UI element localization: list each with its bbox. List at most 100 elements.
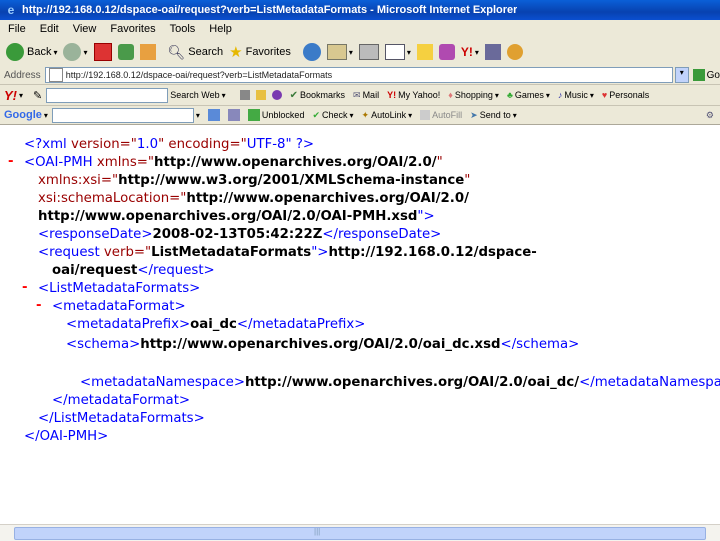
chevron-down-icon[interactable]: ▾ [196,111,200,120]
chevron-down-icon: ▾ [83,47,88,57]
yahoo-search-input[interactable] [46,87,169,103]
address-dropdown-icon[interactable]: ▾ [674,67,689,83]
research-button[interactable] [484,40,501,64]
title-bar: e http://192.168.0.12/dspace-oai/request… [0,0,720,20]
lock-icon [255,90,266,100]
google-toolbar: Google ▾ ▾ Unblocked ✔ Check ▾ ✦ AutoLin… [0,106,720,125]
mail-button[interactable]: ▾ [326,40,353,64]
list-metadata-formats-close: </ListMetadataFormats> [38,410,205,427]
history-button[interactable] [302,40,321,64]
stop-icon [93,43,112,61]
pagerank-button[interactable] [227,109,240,121]
chevron-down-icon[interactable]: ▾ [19,91,23,100]
search-web-label: Search Web [170,90,220,100]
google-search-input[interactable] [51,107,194,123]
yahoo-logo[interactable]: Y! [4,88,17,103]
schema-open: <schema> [66,337,141,352]
toolbar-icons[interactable] [239,90,282,100]
blocked-label: Unblocked [261,110,305,120]
star-icon: ★ [229,44,243,61]
autofill-icon [420,110,431,120]
xml-decl-encoding-val: UTF-8 [246,137,286,152]
music-link[interactable]: ♪ Music ▾ [558,90,594,100]
extra-button[interactable] [506,40,523,64]
home-icon [139,44,156,60]
go-arrow-icon[interactable] [692,69,705,81]
back-button[interactable]: Back ▾ [6,40,57,64]
search-button[interactable]: 🔍︎ Search [168,40,224,64]
stop-button[interactable] [93,40,112,64]
autofill-button[interactable]: AutoFill [420,110,462,120]
google-logo[interactable]: Google [4,109,42,121]
print-button[interactable] [358,40,379,64]
discuss-button[interactable] [416,40,433,64]
refresh-icon [117,44,134,60]
my-yahoo-label: My Yahoo! [398,90,441,100]
req-val1: http://192.168.0.12/dspace- [328,245,537,260]
forward-button[interactable]: ▾ [63,40,88,64]
req-attr-val: ListMetadataFormats [151,245,312,260]
settings-button[interactable]: ⚙ [706,110,714,121]
gear-icon: ⚙ [705,109,714,120]
check-label: Check [322,110,348,120]
schema-location-line-2: http://www.openarchives.org/OAI/2.0/OAI-… [38,208,435,225]
chevron-down-icon[interactable]: ▾ [44,111,48,120]
edit-button[interactable]: ▾ [384,40,411,64]
menu-favorites[interactable]: Favorites [110,23,155,35]
go-button[interactable]: Go [707,70,720,81]
mn-val: http://www.openarchives.org/OAI/2.0/oai_… [244,375,580,390]
yahoo-icon: Y! [460,45,473,59]
shopping-link[interactable]: ♦ Shopping ▾ [448,90,499,100]
chevron-down-icon: ▾ [221,90,226,100]
collapse-toggle-lmf[interactable]: - [22,280,28,295]
autolink-icon: ✦ [361,109,370,120]
xml-decl-encoding-attr: " encoding=" [158,137,247,152]
popup-blocker-button[interactable]: Unblocked [247,109,305,121]
send-to-button[interactable]: ➤ Send to ▾ [470,110,517,121]
games-label: Games [514,90,544,100]
personals-link[interactable]: ♥ Personals [602,90,649,100]
pencil-icon[interactable]: ✎ [33,89,42,102]
home-button[interactable] [139,40,156,64]
xml-decl-open: <?xml [24,137,71,152]
collapse-toggle-mf[interactable]: - [36,298,42,313]
check-icon: ✔ [312,109,320,120]
mf-open: <metadataFormat> [52,299,186,314]
yahoo-button[interactable]: Y! ▾ [461,40,479,64]
collapse-toggle-oai[interactable]: - [8,154,14,169]
scrollbar-thumb[interactable] [14,527,706,540]
horizontal-scrollbar[interactable]: ||| [0,524,720,541]
schema-location-line: xsi:schemaLocation="http://www.openarchi… [38,190,469,207]
menu-help[interactable]: Help [209,23,232,35]
mail-link[interactable]: ✉ Mail [353,90,379,101]
page-icon [48,68,63,82]
scrollbar-grip-icon: ||| [314,527,321,536]
address-input[interactable]: http://192.168.0.12/dspace-oai/request?v… [44,67,673,83]
check-button[interactable]: ✔ Check ▾ [312,110,353,121]
schemaloc-val1: http://www.openarchives.org/OAI/2.0/ [186,191,469,206]
favorites-button[interactable]: ★ Favorites [229,40,291,64]
games-link[interactable]: ♣ Games ▾ [507,90,550,100]
schemaloc-attr: xsi:schemaLocation=" [38,191,187,206]
menu-edit[interactable]: Edit [40,23,59,35]
menu-view[interactable]: View [73,23,97,35]
back-label: Back [27,46,52,58]
google-search-button[interactable] [207,109,220,121]
my-yahoo-link[interactable]: Y! My Yahoo! [387,90,440,100]
autolink-button[interactable]: ✦ AutoLink ▾ [362,110,413,121]
req-val2: oai/request [52,263,138,278]
messenger-button[interactable] [438,40,455,64]
xml-decl-close: " ?> [285,137,315,152]
menu-file[interactable]: File [8,23,26,35]
search-web-button[interactable]: Search Web ▾ [170,90,225,100]
menu-tools[interactable]: Tools [170,23,196,35]
chevron-down-icon: ▾ [408,110,413,120]
chevron-down-icon: ▾ [494,90,499,100]
schemaloc-close: "> [417,209,435,224]
bookmarks-button[interactable]: ✔ Bookmarks [290,90,345,101]
refresh-button[interactable] [117,40,134,64]
xmlns-xsi-line: xmlns:xsi="http://www.w3.org/2001/XMLSch… [38,172,470,189]
pagerank-icon [227,109,240,121]
autofill-label: AutoFill [432,110,463,120]
menu-bar: File Edit View Favorites Tools Help [0,20,720,39]
